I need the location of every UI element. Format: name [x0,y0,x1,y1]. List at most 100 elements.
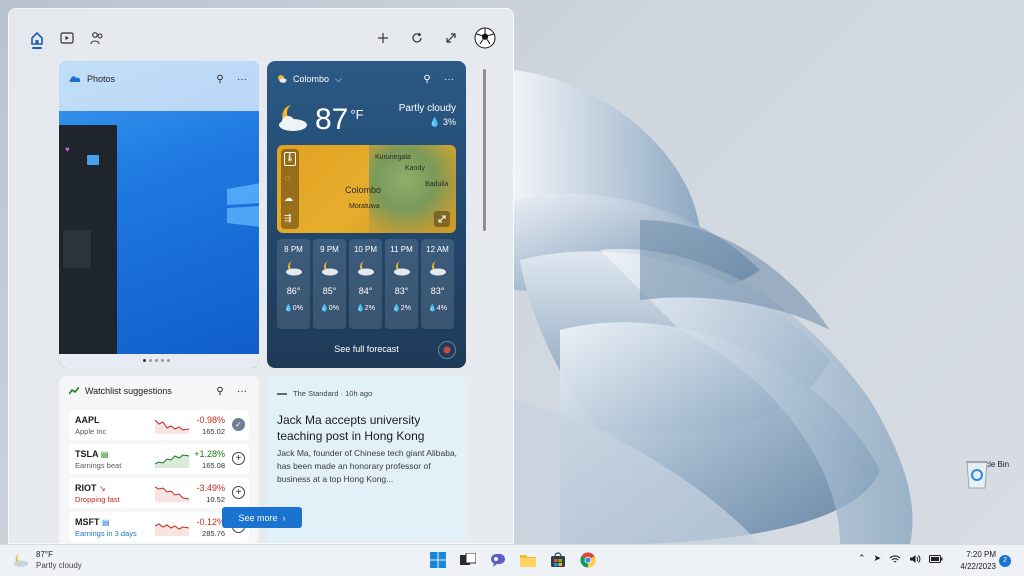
add-to-watchlist-icon[interactable]: + [232,452,245,465]
moon-cloud-icon [279,105,307,131]
stock-row[interactable]: RIOT ↘ Dropping fast -3.49% 10.52 + [69,478,249,508]
wifi-icon[interactable] [889,554,901,564]
clock-time: 7:20 PM [966,550,996,559]
taskbar: 87°F Partly cloudy ⌃ ➤ 7:20 PM 4/22/2023… [0,544,1024,576]
photo-dark-panel: ♥ [59,125,117,361]
task-view-icon[interactable] [456,548,480,572]
photos-widget[interactable]: ♥ Photos ⚲ ··· [59,61,259,368]
system-tray: ⌃ ➤ [858,553,943,564]
hour-item[interactable]: 9 PM 85° 💧0% [313,239,346,329]
onedrive-icon [69,76,81,82]
weather-condition: Partly cloudy [398,103,456,114]
weather-header: Colombo ⌵ ⚲ ··· [267,61,466,97]
hour-item[interactable]: 11 PM 83° 💧2% [385,239,418,329]
more-icon[interactable]: ··· [235,74,249,85]
file-explorer-icon[interactable] [516,548,540,572]
stock-price: 165.08 [202,461,225,470]
news-headline[interactable]: Jack Ma accepts university teaching post… [277,412,457,444]
chevron-up-icon[interactable]: ⌃ [858,553,866,564]
notification-badge[interactable]: 2 [999,555,1011,567]
wind-icon[interactable]: ⇶ [284,213,292,224]
earnings-icon: ▤ [102,518,110,527]
widgets-toolbar [9,9,513,59]
moon-cloud-icon [277,260,310,282]
chat-icon[interactable] [486,548,510,572]
refresh-icon[interactable] [407,28,427,48]
stock-symbol: MSFT ▤ [75,517,110,527]
map-place: Moratuwa [349,203,380,210]
map-place: Kurunegala [375,154,411,161]
weather-precipitation: 💧 3% [429,117,456,127]
stock-price: 10.52 [206,495,225,504]
people-icon[interactable] [87,28,107,48]
news-summary: Jack Ma, founder of Chinese tech giant A… [277,448,458,484]
map-expand-icon[interactable] [434,211,450,227]
store-icon[interactable] [546,548,570,572]
stock-row[interactable]: AAPL Apple Inc -0.98% 165.02 ✓ [69,410,249,440]
sparkline [155,454,189,468]
stock-row[interactable]: TSLA ▤ Earnings beat +1.28% 165.08 + [69,444,249,474]
cloud-icon[interactable]: ☁ [284,193,293,204]
location-icon[interactable]: ➤ [874,553,882,564]
stock-price: 285.76 [202,529,225,538]
windows-start-icon[interactable] [426,548,450,572]
taskbar-clock[interactable]: 7:20 PM 4/22/2023 [950,549,996,573]
weather-location[interactable]: Colombo [293,74,329,84]
chevron-down-icon[interactable]: ⌵ [335,74,412,85]
photo-pager[interactable] [59,354,259,368]
stock-subtitle: Earnings in 3 days [75,529,137,538]
stock-price: 165.02 [202,427,225,436]
hour-item[interactable]: 12 AM 83° 💧4% [421,239,454,329]
recycle-bin-icon [966,461,988,489]
sparkline [155,419,189,434]
see-more-button[interactable]: See more › [222,507,302,528]
added-check-icon[interactable]: ✓ [232,418,245,431]
chevron-right-icon: › [282,512,286,523]
expand-icon[interactable] [441,28,461,48]
stock-subtitle: Apple Inc [75,427,107,436]
volume-icon[interactable] [909,554,921,564]
battery-icon[interactable] [929,554,943,563]
add-to-watchlist-icon[interactable]: + [232,486,245,499]
more-icon[interactable]: ··· [235,386,249,397]
recycle-bin[interactable]: Recycle Bin [962,456,1014,489]
taskbar-apps [426,548,600,572]
soccer-ball-icon[interactable] [473,26,497,50]
taskbar-weather[interactable]: 87°F Partly cloudy [12,549,82,571]
stock-change: +1.28% [194,449,225,459]
more-icon[interactable]: ··· [442,74,456,85]
moon-cloud-icon [385,260,418,282]
photos-title: Photos [87,74,116,84]
photo-image[interactable]: ♥ [59,61,259,368]
news-source: The Standard · 10h ago [277,389,372,398]
map-place: Badulla [425,181,449,188]
forecast-radar-icon[interactable] [438,341,456,359]
weather-small-icon [278,75,287,83]
stock-change: -0.98% [196,415,225,425]
raindrop-icon[interactable]: ◌ [285,173,290,183]
stocks-icon [69,387,79,395]
chrome-icon[interactable] [576,548,600,572]
sparkline [155,523,189,536]
trend-down-icon: ↘ [99,484,106,493]
moon-cloud-icon [313,260,346,282]
thermometer-icon[interactable]: 🌡 [284,152,296,166]
hour-item[interactable]: 10 PM 84° 💧2% [349,239,382,329]
moon-cloud-icon [13,553,29,567]
pin-icon[interactable]: ⚲ [420,74,434,85]
widgets-board: ♥ Photos ⚲ ··· Colombo ⌵ ⚲ ··· 87 °F Par… [8,8,514,544]
hourly-forecast: 8 PM 86° 💧0% 9 PM 85° 💧0% 10 PM 84° 💧2% … [277,239,454,329]
hour-item[interactable]: 8 PM 86° 💧0% [277,239,310,329]
widgets-scrollbar[interactable] [483,69,486,231]
weather-map[interactable]: 🌡 ◌ ☁ ⇶ Kurunegala Kandy Colombo Badulla… [277,145,456,233]
video-icon[interactable] [57,28,77,48]
stock-symbol: TSLA ▤ [75,449,109,459]
pin-icon[interactable]: ⚲ [213,386,227,397]
see-full-forecast-link[interactable]: See full forecast [267,344,466,354]
moon-cloud-icon [349,260,382,282]
pin-icon[interactable]: ⚲ [213,74,227,85]
plus-icon[interactable] [373,28,393,48]
weather-widget[interactable]: Colombo ⌵ ⚲ ··· 87 °F Partly cloudy 💧 3% … [267,61,466,368]
home-icon[interactable] [27,28,47,48]
watchlist-header: Watchlist suggestions ⚲ ··· [59,376,259,406]
